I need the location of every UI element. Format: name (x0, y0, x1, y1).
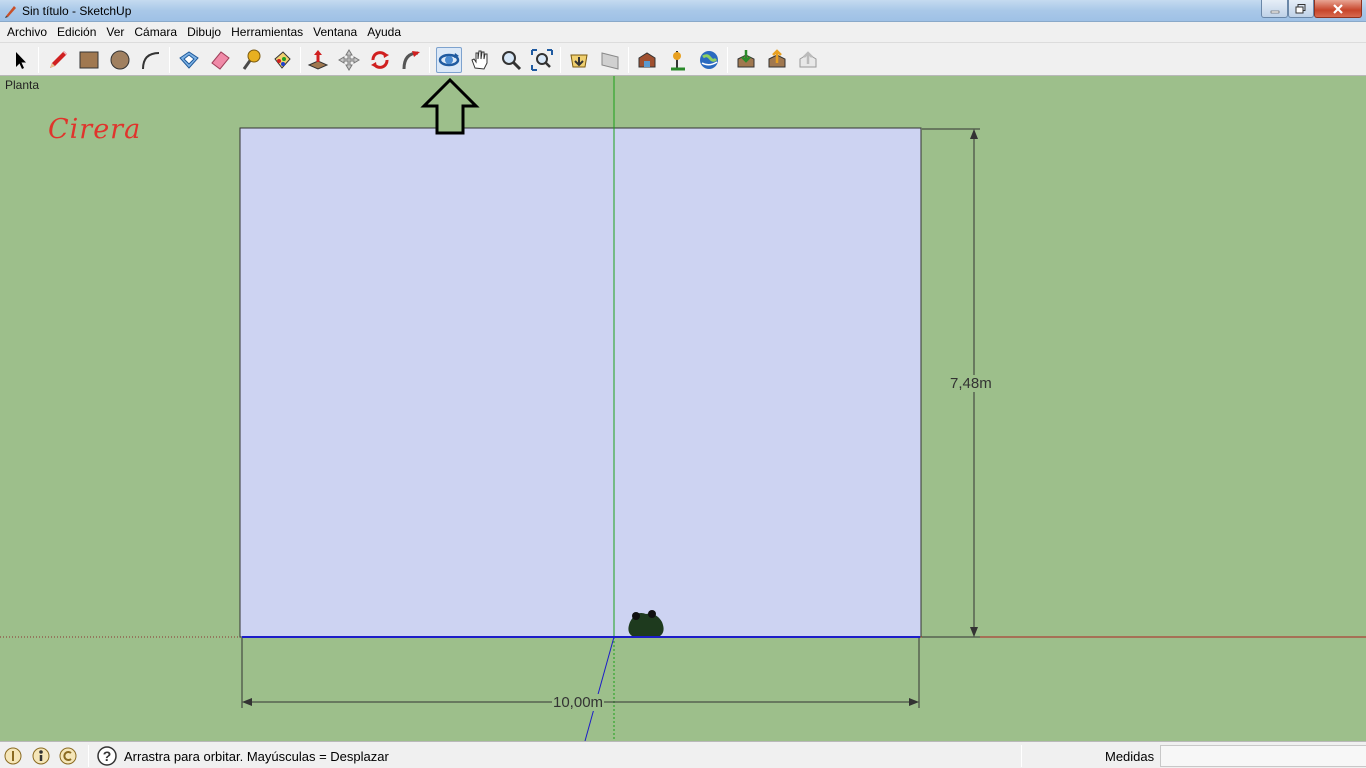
circle-tool-button[interactable] (107, 47, 133, 73)
add-location-button[interactable] (665, 47, 691, 73)
orbit-tool-button[interactable] (436, 47, 462, 73)
rotate-icon (371, 51, 389, 69)
get-models-button[interactable] (634, 47, 660, 73)
get-photo-texture-button[interactable] (733, 47, 759, 73)
push-pull-button[interactable] (305, 47, 331, 73)
menu-ver[interactable]: Ver (101, 22, 129, 42)
modeling-viewport[interactable]: Planta Cirera 10,00m 7,48m (0, 76, 1366, 741)
arc-icon (142, 52, 160, 70)
follow-me-icon (402, 51, 420, 70)
credits-icon[interactable] (32, 747, 50, 765)
next-view-icon (601, 52, 619, 70)
rectangle-icon (79, 51, 99, 69)
share-component-button[interactable] (795, 47, 821, 73)
make-component-button[interactable] (176, 47, 202, 73)
close-button[interactable] (1314, 0, 1362, 18)
menu-ventana[interactable]: Ventana (308, 22, 362, 42)
help-icon[interactable]: ? (97, 746, 117, 766)
rotate-tool-button[interactable] (367, 47, 393, 73)
move-tool-button[interactable] (336, 47, 362, 73)
close-icon (1333, 3, 1343, 14)
menu-camara[interactable]: Cámara (129, 22, 182, 42)
restore-button[interactable] (1288, 0, 1314, 18)
status-hint: Arrastra para orbitar. Mayúsculas = Desp… (124, 749, 389, 764)
menu-ayuda[interactable]: Ayuda (362, 22, 406, 42)
height-dimension-label: 7,48m (949, 375, 993, 392)
menu-herramientas[interactable]: Herramientas (226, 22, 308, 42)
measurements-label: Medidas (1105, 749, 1155, 764)
rectangle-tool-button[interactable] (76, 47, 102, 73)
geolocation-icon[interactable] (4, 747, 22, 765)
google-earth-button[interactable] (696, 47, 722, 73)
move-icon (338, 49, 360, 71)
zoom-tool-button[interactable] (498, 47, 524, 73)
push-pull-icon (307, 50, 329, 70)
restore-icon (1295, 3, 1306, 13)
minimize-icon (1270, 10, 1279, 13)
component-icon (179, 51, 199, 69)
arrow-cursor-icon (16, 52, 26, 69)
menu-edicion[interactable]: Edición (52, 22, 101, 42)
menu-archivo[interactable]: Archivo (2, 22, 52, 42)
google-earth-icon (700, 51, 718, 69)
window-title: Sin título - SketchUp (22, 4, 132, 18)
pencil-icon (50, 51, 67, 68)
menu-dibujo[interactable]: Dibujo (182, 22, 226, 42)
share-component-icon (799, 51, 817, 68)
share-model-icon (768, 49, 786, 68)
paint-bucket-icon (274, 51, 291, 69)
download-model-icon (737, 50, 755, 68)
follow-me-button[interactable] (398, 47, 424, 73)
add-location-icon (671, 51, 685, 71)
blue-axis (584, 636, 615, 741)
zoom-extents-icon (531, 49, 553, 71)
previous-view-icon (570, 54, 588, 68)
share-model-button[interactable] (764, 47, 790, 73)
magnifier-icon (502, 51, 522, 71)
previous-view-button[interactable] (566, 47, 592, 73)
width-dimension-label: 10,00m (552, 694, 605, 711)
tape-measure-icon (242, 49, 261, 70)
circle-icon (110, 50, 130, 70)
sketchup-app-icon (5, 6, 16, 18)
eraser-tool-button[interactable] (207, 47, 233, 73)
orbit-icon (438, 53, 460, 67)
annotation-up-arrow (420, 77, 480, 135)
line-tool-button[interactable] (45, 47, 71, 73)
warehouse-get-icon (638, 52, 656, 68)
eraser-icon (211, 51, 230, 70)
minimize-button[interactable] (1261, 0, 1288, 18)
zoom-extents-button[interactable] (529, 47, 555, 73)
measurements-input[interactable] (1160, 745, 1366, 767)
hand-icon (471, 50, 488, 70)
paint-bucket-button[interactable] (269, 47, 295, 73)
tape-measure-button[interactable] (238, 47, 264, 73)
model-face (239, 127, 922, 638)
next-view-button[interactable] (597, 47, 623, 73)
title-bar: Sin título - SketchUp (0, 0, 1366, 22)
copyright-icon[interactable] (59, 747, 77, 765)
status-bar: ? Arrastra para orbitar. Mayúsculas = De… (0, 741, 1366, 768)
menu-bar: Archivo Edición Ver Cámara Dibujo Herram… (0, 22, 1366, 42)
select-tool-button[interactable] (7, 47, 33, 73)
pan-tool-button[interactable] (467, 47, 493, 73)
main-toolbar (0, 42, 1366, 76)
svg-text:?: ? (103, 748, 112, 764)
model-drawing (0, 76, 1366, 741)
arc-tool-button[interactable] (138, 47, 164, 73)
